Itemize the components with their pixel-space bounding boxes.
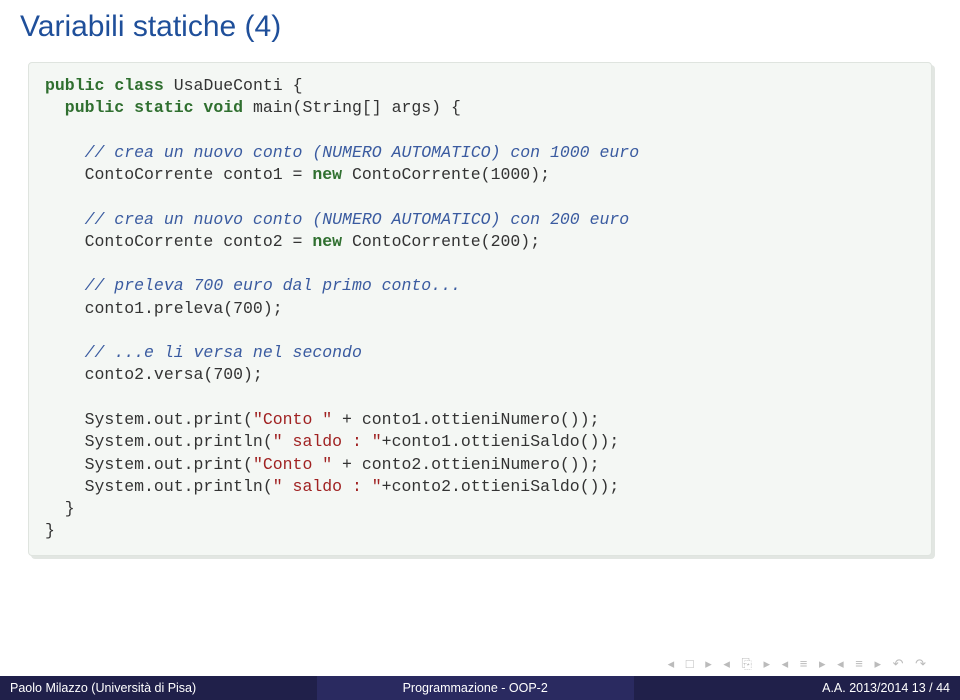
txt: System.out.print( xyxy=(45,455,253,474)
txt: +conto1.ottieniSaldo()); xyxy=(382,432,620,451)
kw-class: class xyxy=(104,76,163,95)
string: "Conto " xyxy=(253,410,332,429)
code-content: public class UsaDueConti { public static… xyxy=(45,75,915,543)
kw-public: public xyxy=(45,76,104,95)
txt: System.out.println( xyxy=(45,477,273,496)
txt: UsaDueConti { xyxy=(164,76,303,95)
comment: // crea un nuovo conto (NUMERO AUTOMATIC… xyxy=(45,143,639,162)
string: " saldo : " xyxy=(273,477,382,496)
txt: ContoCorrente conto1 = xyxy=(45,165,312,184)
txt: +conto2.ottieniSaldo()); xyxy=(382,477,620,496)
kw-static: static xyxy=(124,98,193,117)
txt: } xyxy=(45,521,55,540)
kw-void: void xyxy=(194,98,244,117)
txt: System.out.println( xyxy=(45,432,273,451)
txt: System.out.print( xyxy=(45,410,253,429)
kw-new: new xyxy=(312,165,342,184)
txt: + conto1.ottieniNumero()); xyxy=(332,410,599,429)
comment: // ...e li versa nel secondo xyxy=(45,343,362,362)
comment: // preleva 700 euro dal primo conto... xyxy=(45,276,461,295)
nav-icons: ◂ □ ▸ ◂ ⎘ ▸ ◂ ≡ ▸ ◂ ≡ ▸ ↶ ↷ xyxy=(668,656,930,672)
code-block: public class UsaDueConti { public static… xyxy=(28,62,932,556)
txt: } xyxy=(45,499,75,518)
kw-public: public xyxy=(45,98,124,117)
txt: ContoCorrente conto2 = xyxy=(45,232,312,251)
string: " saldo : " xyxy=(273,432,382,451)
txt: + conto2.ottieniNumero()); xyxy=(332,455,599,474)
footer-page: A.A. 2013/2014 13 / 44 xyxy=(634,676,960,700)
txt: conto2.versa(700); xyxy=(45,365,263,384)
footer-bar: Paolo Milazzo (Università di Pisa) Progr… xyxy=(0,676,960,700)
footer-author: Paolo Milazzo (Università di Pisa) xyxy=(0,676,317,700)
txt: ContoCorrente(1000); xyxy=(342,165,550,184)
slide-title: Variabili statiche (4) xyxy=(0,0,960,62)
txt: main(String[] args) { xyxy=(243,98,461,117)
txt: conto1.preleva(700); xyxy=(45,299,283,318)
string: "Conto " xyxy=(253,455,332,474)
kw-new: new xyxy=(312,232,342,251)
txt: ContoCorrente(200); xyxy=(342,232,540,251)
comment: // crea un nuovo conto (NUMERO AUTOMATIC… xyxy=(45,210,629,229)
footer-title: Programmazione - OOP-2 xyxy=(317,676,634,700)
